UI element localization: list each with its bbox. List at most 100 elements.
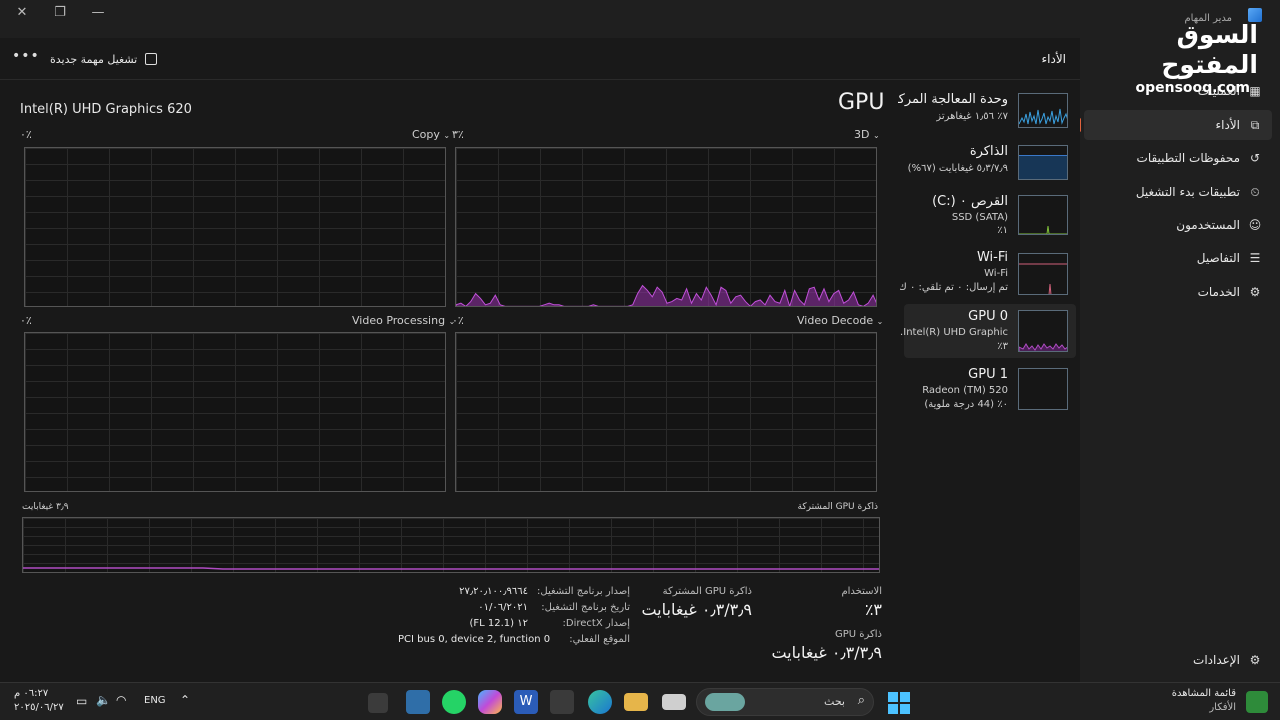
title-bar: ✕ ❐ — مدير المهام xyxy=(0,0,1280,38)
3d-percent: ٣٪ xyxy=(452,128,464,141)
sidebar-item-users[interactable]: ☺ المستخدمون xyxy=(1084,210,1272,240)
main-panel: الأداء تشغيل مهمة جديدة ••• وحدة المعالج… xyxy=(0,38,1080,682)
widget-subtitle[interactable]: الأفكار xyxy=(1209,702,1236,713)
shared-gpu-memory-value: ٠٫٣/٣٫٩ غيغابايت xyxy=(641,600,752,619)
wifi-icon[interactable]: ◠ xyxy=(116,693,126,707)
resource-sub: ٥٫٣/٧٫٩ غيغابايت (٦٧%) xyxy=(907,163,1008,174)
resource-sub: ٧٪ ١٫٥٦ غيغاهرتز xyxy=(936,111,1008,122)
resource-sub-2: ٣٪ xyxy=(997,341,1008,352)
physical-location-label: الموقع الفعلي: xyxy=(569,634,630,645)
whatsapp-icon[interactable] xyxy=(442,690,466,714)
3d-graph xyxy=(455,147,877,307)
resource-sub-2: ٠٪ (44 درجة ملوية) xyxy=(924,399,1008,410)
resource-disk[interactable]: القرص ٠ (:C) SSD (SATA) ١٪ xyxy=(904,192,1076,246)
performance-icon: ⧉ xyxy=(1250,118,1260,132)
sidebar-item-details[interactable]: ☰ التفاصيل xyxy=(1084,243,1272,273)
gear-icon: ⚙ xyxy=(1249,653,1261,667)
widget-title[interactable]: قائمة المشاهدة xyxy=(1172,688,1236,699)
settings-button[interactable]: ⚙ الإعدادات xyxy=(1084,645,1272,675)
resource-title: وحدة المعالجة المركزية xyxy=(898,92,1008,107)
page-title: الأداء xyxy=(1041,52,1067,66)
search-highlight-icon xyxy=(705,693,745,711)
clock-date[interactable]: ٢٠٢٥/٠٦/٢٧ xyxy=(14,702,64,713)
utilization-label: الاستخدام xyxy=(841,586,882,597)
disk-thumbnail xyxy=(1018,195,1068,235)
copy-engine-selector[interactable]: Copy ⌄ xyxy=(412,128,450,141)
gpu-model-name: Intel(R) UHD Graphics 620 xyxy=(20,102,192,117)
sidebar-item-app-history[interactable]: ↺ محفوظات التطبيقات xyxy=(1084,143,1272,173)
run-task-icon xyxy=(145,53,158,65)
shared-memory-max: ٣٫٩ غيغابايت xyxy=(22,502,69,512)
resource-cpu[interactable]: وحدة المعالجة المركزية ٧٪ ١٫٥٦ غيغاهرتز xyxy=(898,90,1076,144)
volume-icon[interactable]: 🔈 xyxy=(96,693,111,707)
sidebar-item-label: تطبيقات بدء التشغيل xyxy=(1135,185,1240,199)
gpu0-thumbnail xyxy=(1018,310,1068,352)
memory-thumbnail xyxy=(1018,145,1068,180)
watermark-arabic: السوق المفتوح xyxy=(1161,20,1259,79)
shared-memory-graph xyxy=(22,517,880,573)
chevron-down-icon: ⌄ xyxy=(872,131,880,140)
resource-sub: Wi-Fi xyxy=(984,268,1008,279)
sidebar-item-performance[interactable]: ⧉ الأداء xyxy=(1078,110,1272,140)
header-row: الأداء تشغيل مهمة جديدة ••• xyxy=(0,38,1080,80)
video-processing-percent: ٠٪ xyxy=(20,314,32,327)
copilot-icon[interactable] xyxy=(478,690,502,714)
resource-sub: Intel(R) UHD Graphic... xyxy=(900,327,1008,338)
driver-version-label: إصدار برنامج التشغيل: xyxy=(537,586,630,597)
resource-gpu1[interactable]: GPU 1 Radeon (TM) 520 ٠٪ (44 درجة ملوية) xyxy=(904,364,1076,418)
engine-name: 3D xyxy=(854,128,870,141)
sidebar-item-startup-apps[interactable]: ⏲ تطبيقات بدء التشغيل xyxy=(1084,177,1272,207)
resource-gpu0[interactable]: GPU 0 Intel(R) UHD Graphic... ٣٪ xyxy=(900,304,1076,358)
photos-app-icon[interactable] xyxy=(406,690,430,714)
resource-title: GPU 0 xyxy=(968,309,1008,324)
task-view-icon[interactable] xyxy=(662,694,686,710)
details-icon: ☰ xyxy=(1249,251,1261,265)
video-decode-graph xyxy=(455,332,877,492)
services-icon: ⚙ xyxy=(1249,285,1261,299)
run-new-task-button[interactable]: تشغيل مهمة جديدة xyxy=(50,48,158,70)
resource-wifi[interactable]: Wi-Fi Wi-Fi تم إرسال: ٠ تم تلقي: ٠ ك xyxy=(900,250,1076,304)
resource-title: القرص ٠ (:C) xyxy=(932,194,1008,209)
clock-time[interactable]: ٠٦:٢٧ م xyxy=(14,688,48,699)
file-explorer-icon[interactable] xyxy=(624,693,648,711)
sidebar: ▦ العمليات ⧉ الأداء ↺ محفوظات التطبيقات … xyxy=(1078,38,1280,682)
search-placeholder: بحث xyxy=(824,695,845,708)
resource-sub-2: تم إرسال: ٠ تم تلقي: ٠ ك xyxy=(900,282,1008,293)
users-icon: ☺ xyxy=(1248,218,1262,232)
history-icon: ↺ xyxy=(1249,151,1261,165)
gpu1-thumbnail xyxy=(1018,368,1068,410)
resource-title: Wi-Fi xyxy=(976,250,1008,265)
edge-icon[interactable] xyxy=(588,690,612,714)
maximize-button[interactable]: ❐ xyxy=(48,4,72,22)
sidebar-item-label: التفاصيل xyxy=(1196,251,1240,265)
snipping-tool-icon[interactable] xyxy=(368,693,388,713)
minimize-button[interactable]: — xyxy=(86,4,110,22)
gpu-memory-label: ذاكرة GPU xyxy=(834,629,882,640)
resource-title: الذاكرة xyxy=(969,144,1008,159)
directx-value: ١٢ (FL 12.1) xyxy=(469,618,528,629)
startup-icon: ⏲ xyxy=(1250,185,1260,199)
driver-version-value: ٢٧٫٢٠٫١٠٠٫٩٦٦٤ xyxy=(459,586,528,597)
chevron-up-icon[interactable]: ⌃ xyxy=(180,693,190,707)
store-icon[interactable] xyxy=(550,690,574,714)
3d-engine-selector[interactable]: 3D ⌄ xyxy=(854,128,880,141)
chevron-down-icon: ⌄ xyxy=(876,317,884,326)
watermark-latin: opensooq.com xyxy=(1135,80,1250,96)
sidebar-item-services[interactable]: ⚙ الخدمات xyxy=(1084,277,1272,307)
search-box[interactable]: بحث ⌕ xyxy=(696,688,874,716)
widgets-icon[interactable] xyxy=(1246,691,1268,713)
video-processing-selector[interactable]: Video Processing ⌄ xyxy=(352,314,455,327)
more-options-button[interactable]: ••• xyxy=(12,48,40,64)
language-indicator[interactable]: ENG xyxy=(144,695,166,706)
driver-date-value: ٠١/٠٦/٢٠٢١ xyxy=(478,602,528,613)
close-button[interactable]: ✕ xyxy=(10,4,34,22)
sidebar-item-label: الخدمات xyxy=(1197,285,1240,299)
video-decode-selector[interactable]: Video Decode ⌄ xyxy=(797,314,883,327)
resource-memory[interactable]: الذاكرة ٥٫٣/٧٫٩ غيغابايت (٦٧%) xyxy=(904,142,1076,196)
start-button[interactable] xyxy=(886,690,910,714)
engine-name: Copy xyxy=(412,128,440,141)
engine-name: Video Decode xyxy=(797,314,874,327)
word-icon[interactable]: W xyxy=(514,690,538,714)
battery-icon[interactable]: ▭ xyxy=(76,694,87,708)
copy-graph xyxy=(24,147,446,307)
